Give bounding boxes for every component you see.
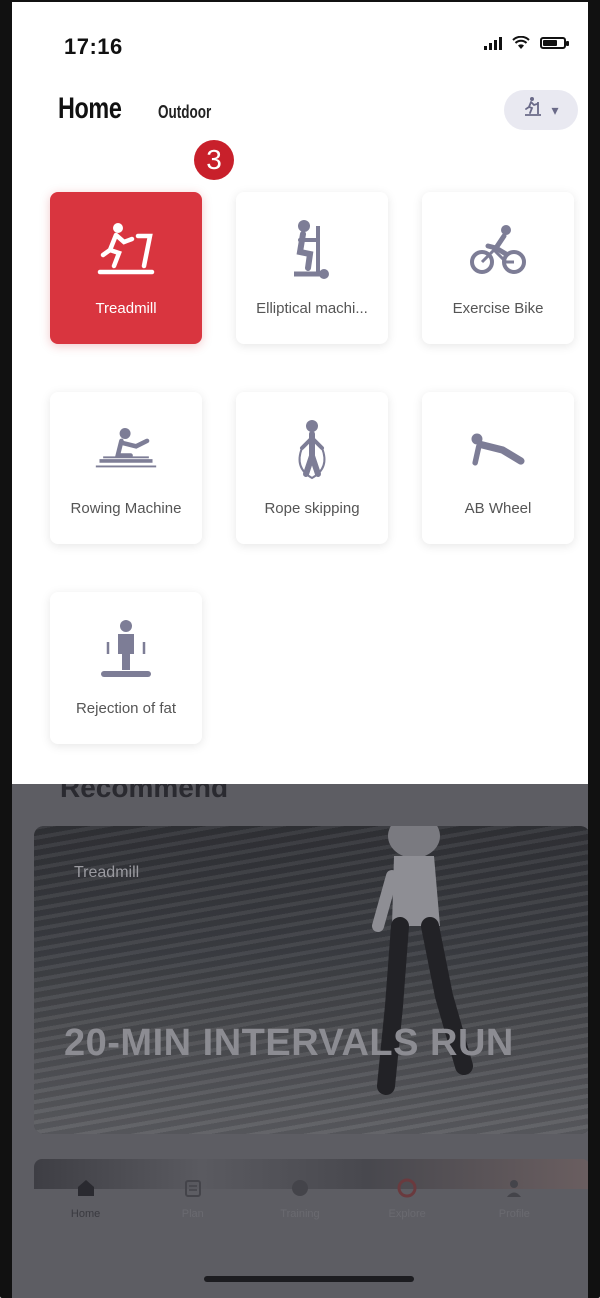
banner-category: Treadmill xyxy=(74,864,140,881)
battery-icon xyxy=(540,37,569,49)
equipment-label: Exercise Bike xyxy=(452,300,544,317)
equipment-label: AB Wheel xyxy=(464,500,532,517)
bike-icon xyxy=(466,218,530,282)
tab-label: Explore xyxy=(388,1208,426,1220)
profile-icon xyxy=(507,1180,522,1197)
ab-wheel-icon xyxy=(466,418,530,482)
elliptical-icon xyxy=(280,218,344,282)
chevron-down-icon: ▾ xyxy=(551,101,559,118)
tab-label: Profile xyxy=(498,1208,530,1220)
home-icon xyxy=(77,1180,94,1196)
equipment-card-rope-skipping[interactable]: Rope skipping xyxy=(236,392,388,544)
phone-screen: 17:16 Home Outdoor ▾ 3 Treadmill Ellipti… xyxy=(0,0,600,1298)
tab-label: Training xyxy=(280,1208,320,1220)
status-time: 17:16 xyxy=(64,34,123,59)
status-bar: 17:16 xyxy=(12,2,588,72)
equipment-label: Rowing Machine xyxy=(70,500,182,517)
equipment-label: Treadmill xyxy=(95,300,157,317)
training-icon xyxy=(291,1180,308,1196)
header: Home Outdoor ▾ xyxy=(12,82,588,142)
tab-training-nav[interactable]: Training xyxy=(260,1164,340,1244)
recommend-banner-card[interactable]: Treadmill 20-MIN INTERVALS RUN xyxy=(34,826,588,1134)
equipment-card-elliptical[interactable]: Elliptical machi... xyxy=(236,192,388,344)
equipment-label: Rope skipping xyxy=(264,500,360,517)
tab-explore-nav[interactable]: Explore xyxy=(367,1164,447,1244)
equipment-card-exercise-bike[interactable]: Exercise Bike xyxy=(422,192,574,344)
bottom-tab-bar: Home Plan Training Explore Profile xyxy=(12,1164,588,1244)
treadmill-icon xyxy=(523,96,545,124)
equipment-card-rowing-machine[interactable]: Rowing Machine xyxy=(50,392,202,544)
tab-home[interactable]: Home xyxy=(58,92,122,126)
treadmill-icon xyxy=(94,218,158,282)
explore-icon xyxy=(397,1178,417,1198)
tab-outdoor[interactable]: Outdoor xyxy=(158,102,211,123)
equipment-card-treadmill[interactable]: Treadmill xyxy=(50,192,202,344)
plan-icon xyxy=(184,1180,201,1197)
equipment-label: Elliptical machi... xyxy=(256,300,368,317)
tab-profile-nav[interactable]: Profile xyxy=(474,1164,554,1244)
home-indicator[interactable] xyxy=(204,1276,414,1282)
equipment-card-ab-wheel[interactable]: AB Wheel xyxy=(422,392,574,544)
tab-home-nav[interactable]: Home xyxy=(46,1164,126,1244)
equipment-card-rejection-of-fat[interactable]: Rejection of fat xyxy=(50,592,202,744)
cellular-signal-icon xyxy=(484,36,502,50)
rowing-icon xyxy=(94,418,158,482)
banner-workout-name: 20-MIN INTERVALS RUN xyxy=(64,1022,514,1064)
runner-image xyxy=(372,826,473,1095)
recommend-section-title: Recommend xyxy=(60,784,229,802)
step-badge: 3 xyxy=(194,140,234,180)
fat-rejection-icon xyxy=(94,618,158,682)
status-icons xyxy=(484,35,569,50)
tab-plan-nav[interactable]: Plan xyxy=(153,1164,233,1244)
wifi-icon xyxy=(512,35,530,50)
tab-label: Plan xyxy=(181,1208,204,1220)
tab-label: Home xyxy=(70,1208,101,1220)
rope-skipping-icon xyxy=(280,418,344,482)
device-selector-button[interactable]: ▾ xyxy=(504,90,578,130)
equipment-label: Rejection of fat xyxy=(75,700,177,717)
